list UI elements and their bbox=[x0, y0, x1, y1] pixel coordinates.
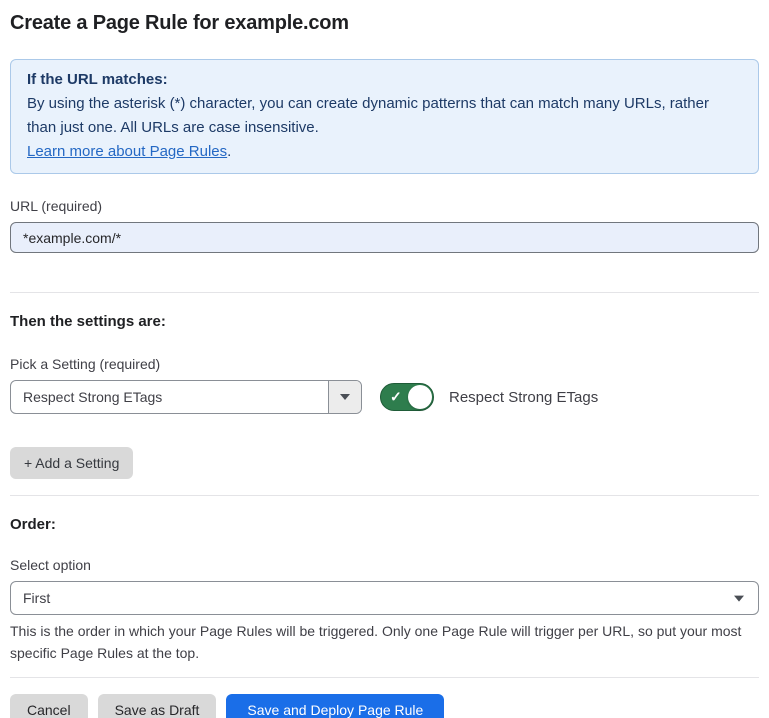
cancel-button[interactable]: Cancel bbox=[10, 694, 88, 718]
order-select-label: Select option bbox=[10, 557, 759, 573]
url-field-label: URL (required) bbox=[10, 198, 759, 214]
info-box-heading: If the URL matches: bbox=[27, 68, 742, 92]
learn-more-link[interactable]: Learn more about Page Rules bbox=[27, 143, 227, 160]
page-title: Create a Page Rule for example.com bbox=[10, 12, 759, 35]
url-matches-info-box: If the URL matches: By using the asteris… bbox=[10, 59, 759, 174]
setting-select-arrow-button[interactable] bbox=[328, 381, 361, 413]
order-select-value: First bbox=[11, 582, 758, 614]
save-deploy-button[interactable]: Save and Deploy Page Rule bbox=[226, 694, 444, 718]
order-help-text: This is the order in which your Page Rul… bbox=[10, 620, 755, 664]
chevron-down-icon bbox=[734, 596, 744, 602]
order-select[interactable]: First bbox=[10, 581, 759, 615]
setting-row: Respect Strong ETags ✓ Respect Strong ET… bbox=[10, 380, 759, 414]
url-input[interactable] bbox=[10, 222, 759, 253]
order-section-heading: Order: bbox=[10, 516, 759, 533]
setting-select-value: Respect Strong ETags bbox=[11, 381, 328, 413]
order-select-wrap: First bbox=[10, 581, 759, 615]
setting-select[interactable]: Respect Strong ETags bbox=[10, 380, 362, 414]
section-divider bbox=[10, 495, 759, 496]
check-icon: ✓ bbox=[390, 390, 402, 404]
toggle-label: Respect Strong ETags bbox=[449, 389, 598, 406]
footer-actions: Cancel Save as Draft Save and Deploy Pag… bbox=[10, 694, 759, 718]
create-page-rule-form: Create a Page Rule for example.com If th… bbox=[0, 12, 769, 718]
settings-section-heading: Then the settings are: bbox=[10, 313, 759, 330]
link-suffix: . bbox=[227, 143, 231, 160]
section-divider bbox=[10, 292, 759, 293]
footer-divider bbox=[10, 677, 759, 678]
chevron-down-icon bbox=[340, 394, 350, 400]
toggle-knob bbox=[408, 385, 432, 409]
pick-setting-label: Pick a Setting (required) bbox=[10, 356, 759, 372]
add-setting-button[interactable]: + Add a Setting bbox=[10, 447, 133, 479]
info-box-body: By using the asterisk (*) character, you… bbox=[27, 92, 742, 140]
info-box-link-line: Learn more about Page Rules. bbox=[27, 140, 742, 164]
save-draft-button[interactable]: Save as Draft bbox=[98, 694, 217, 718]
setting-toggle-on[interactable]: ✓ bbox=[380, 383, 434, 411]
